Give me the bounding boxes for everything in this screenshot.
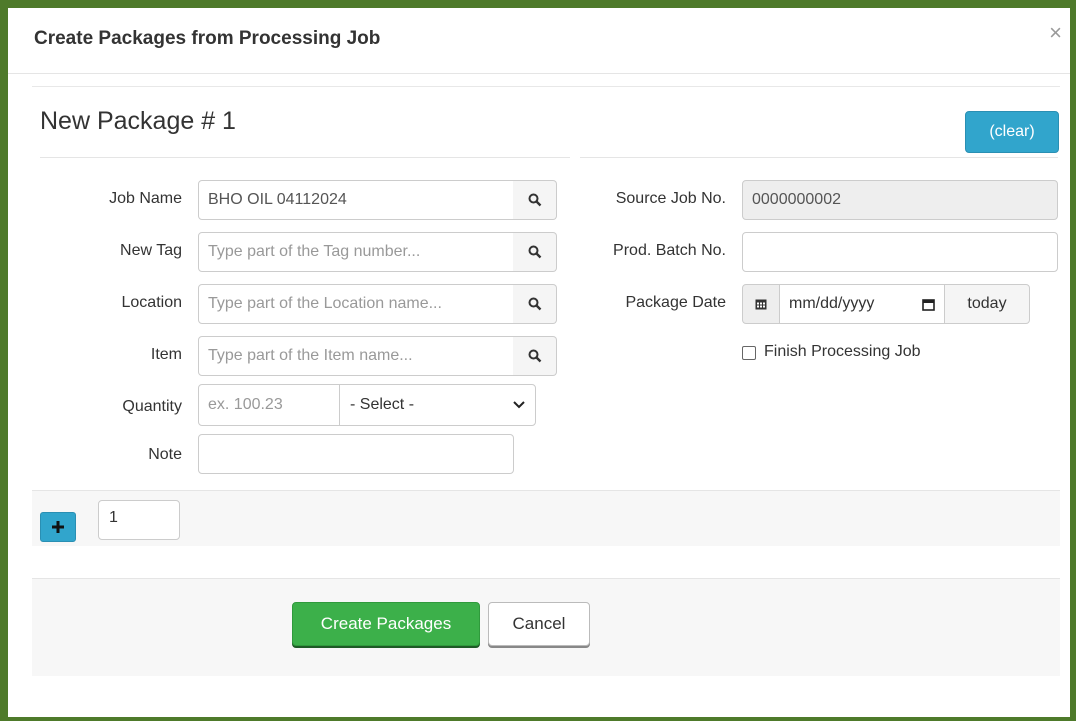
calendar-icon — [755, 299, 767, 310]
package-count-input[interactable]: 1 — [98, 500, 180, 540]
prod-batch-no-label: Prod. Batch No. — [613, 242, 726, 259]
search-icon — [528, 349, 541, 363]
quantity-input[interactable]: ex. 100.23 — [198, 384, 340, 426]
modal-dialog: Create Packages from Processing Job × Ne… — [8, 8, 1070, 717]
item-search-button[interactable] — [513, 336, 557, 376]
job-name-input[interactable]: BHO OIL 04112024 — [198, 180, 514, 220]
job-name-label: Job Name — [109, 190, 182, 207]
package-date-placeholder: mm/dd/yyyy — [789, 295, 875, 312]
source-job-no-input: 0000000002 — [742, 180, 1058, 220]
new-tag-search-button[interactable] — [513, 232, 557, 272]
plus-icon — [52, 521, 64, 533]
finish-processing-job-label: Finish Processing Job — [764, 343, 921, 360]
calendar-addon — [742, 284, 780, 324]
cancel-button[interactable]: Cancel — [488, 602, 590, 646]
search-icon — [528, 245, 541, 259]
modal-header: Create Packages from Processing Job × — [8, 8, 1070, 74]
close-icon[interactable]: × — [1049, 22, 1062, 44]
create-packages-button[interactable]: Create Packages — [292, 602, 480, 646]
source-job-no-label: Source Job No. — [615, 190, 726, 207]
add-packages-strip — [32, 490, 1060, 546]
add-package-button[interactable] — [40, 512, 76, 542]
new-tag-label: New Tag — [120, 242, 182, 259]
job-name-search-button[interactable] — [513, 180, 557, 220]
unit-select-value: - Select - — [350, 396, 415, 413]
chevron-down-icon — [513, 401, 525, 409]
item-input[interactable]: Type part of the Item name... — [198, 336, 514, 376]
note-input[interactable] — [198, 434, 514, 474]
finish-processing-job-checkbox[interactable] — [742, 346, 756, 360]
search-icon — [528, 193, 541, 207]
search-icon — [528, 297, 541, 311]
location-label: Location — [121, 294, 183, 311]
location-search-button[interactable] — [513, 284, 557, 324]
note-label: Note — [148, 446, 182, 463]
date-picker-icon[interactable] — [922, 298, 935, 311]
quantity-label: Quantity — [122, 398, 182, 415]
item-label: Item — [150, 346, 182, 363]
divider — [40, 157, 570, 158]
prod-batch-no-input[interactable] — [742, 232, 1058, 272]
modal-title: Create Packages from Processing Job — [34, 28, 381, 49]
location-input[interactable]: Type part of the Location name... — [198, 284, 514, 324]
package-date-label: Package Date — [625, 294, 726, 311]
today-button[interactable]: today — [944, 284, 1030, 324]
package-date-input[interactable]: mm/dd/yyyy — [779, 284, 945, 324]
package-title: New Package # 1 — [40, 107, 236, 135]
new-tag-input[interactable]: Type part of the Tag number... — [198, 232, 514, 272]
clear-button[interactable]: (clear) — [965, 111, 1059, 153]
divider — [580, 157, 1058, 158]
unit-select[interactable]: - Select - — [339, 384, 536, 426]
